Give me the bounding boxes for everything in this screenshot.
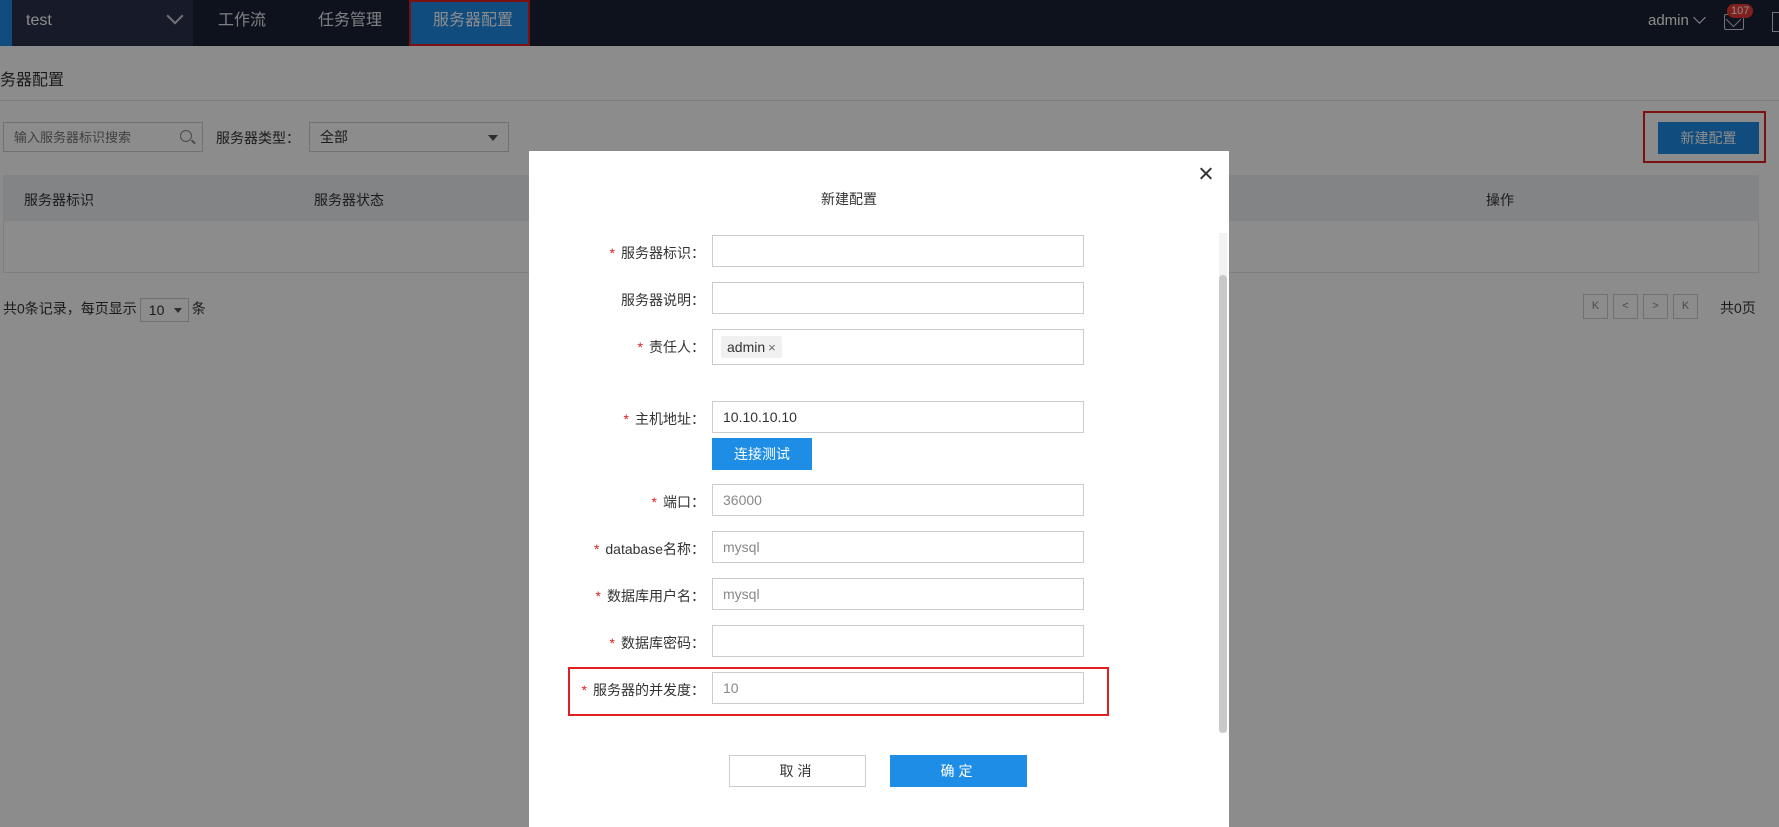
field-label-text: 数据库用户名：	[607, 588, 705, 604]
field-label-text: 数据库密码：	[621, 635, 705, 651]
field-label: 服务器说明：	[621, 292, 705, 308]
field-label-text: 主机地址：	[635, 411, 705, 427]
cancel-button[interactable]: 取消	[729, 755, 866, 787]
owner-tag: admin ×	[721, 336, 782, 358]
field-label: * 数据库用户名：	[596, 586, 705, 606]
field-label: * 服务器标识：	[610, 243, 705, 263]
db-password-input[interactable]	[712, 625, 1084, 657]
required-mark: *	[637, 339, 643, 355]
field-label: * 数据库密码：	[610, 633, 705, 653]
field-label: * 主机地址：	[624, 409, 705, 429]
host-input[interactable]: 10.10.10.10	[712, 401, 1084, 433]
field-label-text: 责任人：	[649, 339, 705, 355]
port-input[interactable]: 36000	[712, 484, 1084, 516]
connection-test-button[interactable]: 连接测试	[712, 438, 812, 470]
required-mark: *	[609, 635, 615, 651]
dialog-title: 新建配置	[821, 191, 877, 207]
field-label-text: 服务器标识：	[621, 245, 705, 261]
close-icon[interactable]	[1197, 165, 1215, 183]
required-mark: *	[651, 494, 657, 510]
db-user-input[interactable]: mysql	[712, 578, 1084, 610]
highlight-box	[568, 667, 1109, 716]
field-label: * 责任人：	[638, 337, 705, 357]
database-name-input[interactable]: mysql	[712, 531, 1084, 563]
server-desc-input[interactable]	[712, 282, 1084, 314]
confirm-button[interactable]: 确定	[890, 755, 1027, 787]
required-mark: *	[609, 245, 615, 261]
field-label-text: database名称：	[605, 541, 705, 557]
required-mark: *	[593, 541, 600, 557]
new-config-dialog: 新建配置 * 服务器标识： 服务器说明： * 责任人： admin × * 主机地址： …	[529, 151, 1229, 827]
required-mark: *	[623, 411, 629, 427]
field-label-text: 端口：	[663, 494, 705, 510]
required-mark: *	[595, 588, 601, 604]
field-label: * database名称：	[594, 539, 705, 559]
owner-tag-label: admin	[727, 339, 766, 355]
close-icon[interactable]: ×	[768, 340, 776, 355]
field-label: * 端口：	[652, 492, 705, 512]
scrollbar-thumb[interactable]	[1219, 275, 1227, 733]
server-id-input[interactable]	[712, 235, 1084, 267]
